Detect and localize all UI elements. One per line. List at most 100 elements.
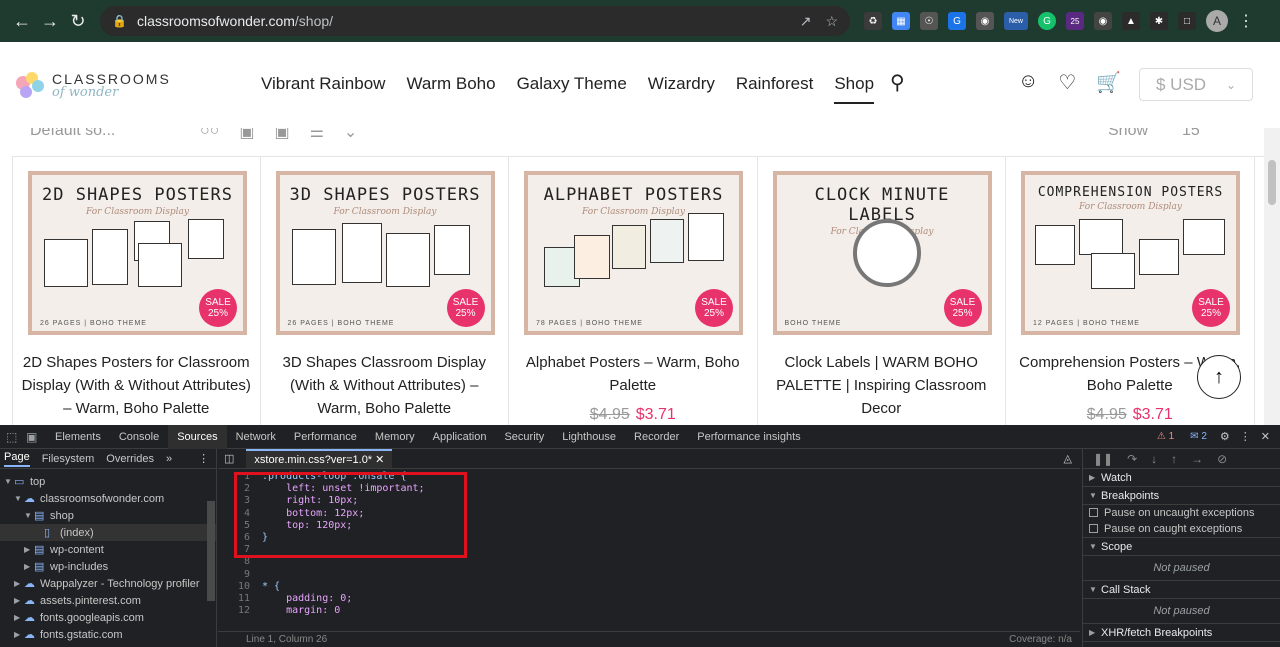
product-card[interactable]: 2D SHAPES POSTERS For Classroom Display … xyxy=(12,157,261,425)
scope-section[interactable]: ▼ Scope xyxy=(1083,538,1280,556)
globe-icon[interactable]: ☉ xyxy=(920,12,938,30)
toggle-debugger-icon[interactable]: ◬ xyxy=(1064,452,1072,465)
bookmark-star-icon[interactable]: ☆ xyxy=(825,13,838,30)
tab-elements[interactable]: Elements xyxy=(46,425,110,449)
more-kebab-icon[interactable]: ⋮ xyxy=(1240,430,1251,443)
grammarly-icon[interactable]: G xyxy=(1038,12,1056,30)
chevron-down-icon[interactable]: ⌄ xyxy=(344,128,357,142)
tab-security[interactable]: Security xyxy=(495,425,553,449)
call-stack-section[interactable]: ▼ Call Stack xyxy=(1083,581,1280,599)
tree-toggle-icon[interactable]: ▶ xyxy=(14,579,24,588)
side-panel-icon[interactable]: □ xyxy=(1178,12,1196,30)
wappalyzer-icon[interactable]: ▲ xyxy=(1122,12,1140,30)
step-into-icon[interactable]: ↓ xyxy=(1151,452,1157,466)
tab-sources[interactable]: Sources xyxy=(168,424,227,449)
tab-recorder[interactable]: Recorder xyxy=(625,425,688,449)
nav-vibrant-rainbow[interactable]: Vibrant Rainbow xyxy=(261,74,385,104)
settings-gear-icon[interactable]: ⚙ xyxy=(1220,430,1230,443)
nav-rainforest[interactable]: Rainforest xyxy=(736,74,813,104)
recycle-icon[interactable]: ♻ xyxy=(864,12,882,30)
currency-select[interactable]: $ USD ⌄ xyxy=(1139,68,1253,101)
nav-wizardry[interactable]: Wizardry xyxy=(648,74,715,104)
doc-extension-icon[interactable]: ▦ xyxy=(892,12,910,30)
message-count-badge[interactable]: ✉ 2 xyxy=(1187,431,1210,442)
tab-lighthouse[interactable]: Lighthouse xyxy=(553,425,625,449)
step-out-icon[interactable]: ↑ xyxy=(1171,452,1177,466)
tree-item[interactable]: ▼ ▤ shop xyxy=(0,507,216,524)
product-title[interactable]: Clock Labels | WARM BOHO PALETTE | Inspi… xyxy=(766,351,998,420)
tree-item[interactable]: ▼ ▭ top xyxy=(0,473,216,490)
subtab-page[interactable]: Page xyxy=(4,451,30,467)
tree-toggle-icon[interactable]: ▼ xyxy=(14,494,24,503)
tab-memory[interactable]: Memory xyxy=(366,425,424,449)
close-tab-icon[interactable]: ✕ xyxy=(375,454,384,466)
forward-icon[interactable]: → xyxy=(36,7,64,35)
product-image[interactable]: 3D SHAPES POSTERS For Classroom Display … xyxy=(275,171,495,335)
product-title[interactable]: 2D Shapes Posters for Classroom Display … xyxy=(21,351,252,420)
tree-item[interactable]: ▶ ☁ Wappalyzer - Technology profiler xyxy=(0,575,216,592)
product-image[interactable]: CLOCK MINUTE LABELS For Classroom Displa… xyxy=(772,171,992,335)
tab-application[interactable]: Application xyxy=(424,425,496,449)
tree-item[interactable]: ▶ ☁ fonts.googleapis.com xyxy=(0,609,216,626)
watch-section[interactable]: ▶ Watch xyxy=(1083,469,1280,487)
product-image[interactable]: 2D SHAPES POSTERS For Classroom Display … xyxy=(28,171,247,335)
grid-4-icon[interactable]: ▣ xyxy=(274,128,289,142)
grid-2-icon[interactable]: ○○ xyxy=(200,128,219,142)
tree-toggle-icon[interactable]: ▶ xyxy=(14,613,24,622)
tab-performance[interactable]: Performance xyxy=(285,425,366,449)
tree-item[interactable]: ▶ ☁ fonts.gstatic.com xyxy=(0,626,216,643)
product-title[interactable]: Alphabet Posters – Warm, Boho Palette xyxy=(517,351,749,397)
nav-warm-boho[interactable]: Warm Boho xyxy=(406,74,495,104)
close-icon[interactable]: ✕ xyxy=(1261,430,1270,443)
subtab-overrides[interactable]: Overrides xyxy=(106,453,154,465)
product-card[interactable]: CLOCK MINUTE LABELS For Classroom Displa… xyxy=(758,157,1006,425)
tree-item[interactable]: ▯ (index) xyxy=(0,524,216,541)
scroll-to-top-button[interactable]: ↑ xyxy=(1197,355,1241,399)
translate-icon[interactable]: G xyxy=(948,12,966,30)
menu-kebab-icon[interactable]: ⋮ xyxy=(1238,11,1254,31)
product-title[interactable]: 3D Shapes Classroom Display (With & With… xyxy=(269,351,501,420)
pause-caught-checkbox[interactable]: Pause on caught exceptions xyxy=(1083,520,1280,538)
page-scrollbar[interactable] xyxy=(1264,128,1280,425)
tab-network[interactable]: Network xyxy=(227,425,285,449)
toggle-navigator-icon[interactable]: ◫ xyxy=(224,452,234,465)
tree-item[interactable]: ▶ ▤ wp-content xyxy=(0,541,216,558)
more-tabs-icon[interactable]: » xyxy=(166,453,172,465)
search-icon[interactable]: ⚲ xyxy=(890,70,905,95)
nav-shop[interactable]: Shop xyxy=(834,74,875,104)
count-extension-icon[interactable]: 25 xyxy=(1066,12,1084,30)
share-icon[interactable]: ↗ xyxy=(800,13,812,30)
sort-select[interactable]: Default so... xyxy=(30,128,115,140)
product-image[interactable]: COMPREHENSION POSTERS For Classroom Disp… xyxy=(1021,171,1240,335)
list-icon[interactable]: ☰ xyxy=(310,128,324,142)
address-bar[interactable]: 🔒 classroomsofwonder.com /shop/ ↗ ☆ xyxy=(100,6,850,36)
error-count-badge[interactable]: ⚠ 1 xyxy=(1154,431,1177,442)
pause-uncaught-checkbox[interactable]: Pause on uncaught exceptions xyxy=(1083,505,1280,520)
tab-console[interactable]: Console xyxy=(110,425,168,449)
inspect-element-icon[interactable]: ⬚ xyxy=(6,430,26,444)
breakpoints-section[interactable]: ▼ Breakpoints xyxy=(1083,487,1280,505)
product-card[interactable]: ALPHABET POSTERS For Classroom Display 7… xyxy=(509,157,758,425)
extensions-puzzle-icon[interactable]: ✱ xyxy=(1150,12,1168,30)
navigator-scrollbar[interactable] xyxy=(205,497,215,647)
tab-performance-insights[interactable]: Performance insights xyxy=(688,425,809,449)
site-logo[interactable]: CLASSROOMS of wonder xyxy=(14,68,171,102)
product-card[interactable]: 3D SHAPES POSTERS For Classroom Display … xyxy=(261,157,509,425)
tree-toggle-icon[interactable]: ▶ xyxy=(14,596,24,605)
navigator-menu-icon[interactable]: ⋮ xyxy=(198,452,209,465)
tree-item[interactable]: ▶ ▤ wp-includes xyxy=(0,558,216,575)
grid-3-icon[interactable]: ▣ xyxy=(239,128,254,142)
editor-file-tab[interactable]: xstore.min.css?ver=1.0* ✕ xyxy=(246,449,393,468)
camera-icon[interactable]: ◉ xyxy=(976,12,994,30)
tree-item[interactable]: ▶ ☁ assets.pinterest.com xyxy=(0,592,216,609)
back-icon[interactable]: ← xyxy=(8,7,36,35)
tree-item[interactable]: ▼ ☁ classroomsofwonder.com xyxy=(0,490,216,507)
device-toolbar-icon[interactable]: ▣ xyxy=(26,430,46,444)
subtab-filesystem[interactable]: Filesystem xyxy=(42,453,95,465)
per-page-select[interactable]: 15 xyxy=(1182,128,1200,140)
user-icon[interactable]: ☺ xyxy=(1018,70,1038,95)
tree-toggle-icon[interactable]: ▶ xyxy=(24,562,34,571)
deactivate-breakpoints-icon[interactable]: ⊘ xyxy=(1217,452,1227,466)
color-picker-icon[interactable]: ◉ xyxy=(1094,12,1112,30)
tree-toggle-icon[interactable]: ▼ xyxy=(24,511,34,520)
